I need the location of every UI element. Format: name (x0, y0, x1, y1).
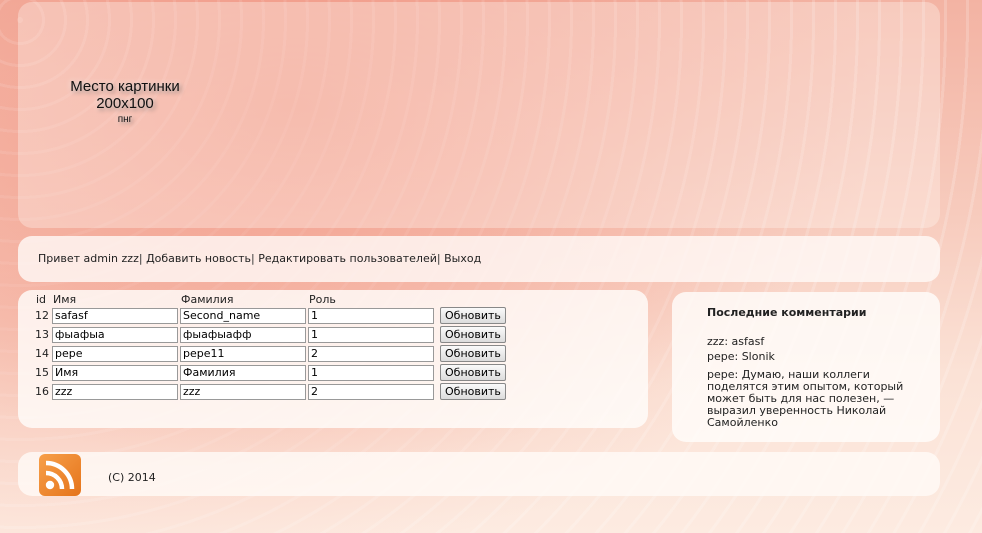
logo-line-2: 200x100 (96, 95, 154, 112)
update-button[interactable]: Обновить (440, 307, 506, 324)
surname-field[interactable] (180, 345, 306, 362)
sidebar-title: Последние комментарии (707, 306, 867, 319)
column-header-role: Роль (309, 293, 336, 306)
role-field[interactable] (308, 364, 434, 381)
user-id-cell: 14 (35, 347, 49, 360)
greeting-text: Привет admin zzz (38, 252, 139, 265)
name-field[interactable] (52, 364, 178, 381)
user-id-cell: 12 (35, 309, 49, 322)
add-news-link[interactable]: Добавить новость (146, 252, 251, 265)
nav-separator: | (251, 252, 255, 265)
role-field[interactable] (308, 383, 434, 400)
table-header-row: id Имя Фамилия Роль (34, 293, 507, 306)
update-button[interactable]: Обновить (440, 326, 506, 343)
logout-link[interactable]: Выход (444, 252, 481, 265)
comment-item: pepe: Думаю, наши коллеги поделятся этим… (707, 368, 904, 429)
role-field[interactable] (308, 307, 434, 324)
update-button[interactable]: Обновить (440, 345, 506, 362)
copyright-text: (C) 2014 (108, 471, 156, 484)
name-field[interactable] (52, 345, 178, 362)
update-button[interactable]: Обновить (440, 364, 506, 381)
users-table: id Имя Фамилия Роль 12 Обновить 13 Обнов… (34, 293, 507, 401)
role-field[interactable] (308, 345, 434, 362)
comments-sidebar: Последние комментарии zzz: asfasf pepe: … (672, 292, 940, 442)
column-header-name: Имя (53, 293, 77, 306)
table-row: 12 Обновить (34, 306, 507, 325)
table-row: 14 Обновить (34, 344, 507, 363)
users-panel: id Имя Фамилия Роль 12 Обновить 13 Обнов… (18, 290, 648, 428)
table-row: 15 Обновить (34, 363, 507, 382)
comment-item: zzz: asfasf (707, 335, 765, 348)
surname-field[interactable] (180, 383, 306, 400)
surname-field[interactable] (180, 326, 306, 343)
nav-separator: | (436, 252, 441, 265)
table-row: 16 Обновить (34, 382, 507, 401)
nav-separator: | (138, 252, 143, 265)
nav-bar: Привет admin zzz| Добавить новость| Реда… (18, 236, 940, 282)
surname-field[interactable] (180, 307, 306, 324)
name-field[interactable] (52, 326, 178, 343)
surname-field[interactable] (180, 364, 306, 381)
edit-users-link[interactable]: Редактировать пользователей (258, 252, 437, 265)
logo-line-3: пнг (117, 114, 133, 125)
column-header-id: id (36, 293, 47, 306)
user-id-cell: 15 (35, 366, 49, 379)
update-button[interactable]: Обновить (440, 383, 506, 400)
footer: (C) 2014 (18, 452, 940, 496)
comment-item: pepe: Slonik (707, 350, 775, 363)
user-id-cell: 13 (35, 328, 49, 341)
logo-placeholder: Место картинки 200x100 пнг (66, 78, 184, 125)
role-field[interactable] (308, 326, 434, 343)
rss-icon[interactable] (39, 454, 81, 496)
user-id-cell: 16 (35, 385, 49, 398)
name-field[interactable] (52, 383, 178, 400)
nav-links: Привет admin zzz| Добавить новость| Реда… (38, 252, 481, 265)
column-header-surname: Фамилия (181, 293, 234, 306)
header-panel: Место картинки 200x100 пнг (18, 2, 940, 228)
logo-line-1: Место картинки (70, 78, 180, 95)
name-field[interactable] (52, 307, 178, 324)
column-header-action (435, 293, 507, 306)
table-row: 13 Обновить (34, 325, 507, 344)
